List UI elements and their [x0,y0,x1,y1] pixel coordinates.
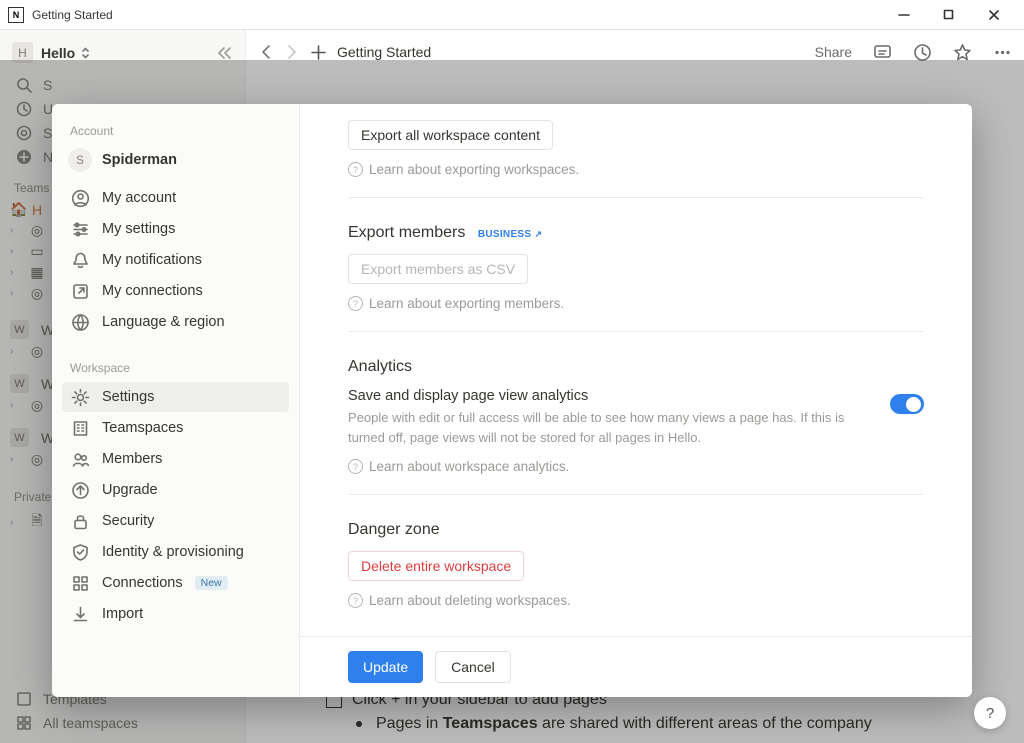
settings-panel: Export all workspace content ? Learn abo… [300,104,972,697]
learn-analytics-link[interactable]: ? Learn about workspace analytics. [348,459,924,474]
nav-my-connections[interactable]: My connections [62,276,289,306]
nav-members[interactable]: Members [62,444,289,474]
nav-import[interactable]: Import [62,599,289,629]
label: Members [102,451,162,467]
minimize-button[interactable] [881,1,926,29]
analytics-description: People with edit or full access will be … [348,408,858,447]
help-icon: ? [348,459,363,474]
learn-delete-link[interactable]: ? Learn about deleting workspaces. [348,593,924,608]
grid-icon [70,573,90,593]
nav-teamspaces[interactable]: Teamspaces [62,413,289,443]
arrow-up-icon [70,480,90,500]
breadcrumb[interactable]: Getting Started [337,44,431,60]
modal-footer: Update Cancel [300,636,972,697]
label: Teamspaces [102,420,183,436]
window-title: Getting Started [32,8,113,22]
label: Learn about exporting members. [369,296,564,311]
help-icon: ? [348,162,363,177]
label: Learn about exporting workspaces. [369,162,579,177]
nav-settings[interactable]: Settings [62,382,289,412]
updates-icon[interactable] [912,42,932,62]
nav-security[interactable]: Security [62,506,289,536]
lock-icon [70,511,90,531]
help-icon: ? [348,296,363,311]
link-out-icon [70,281,90,301]
user-identity: S Spiderman [62,144,289,182]
close-button[interactable] [971,1,1016,29]
collapse-sidebar-icon[interactable] [217,46,233,60]
learn-members-link[interactable]: ? Learn about exporting members. [348,296,924,311]
settings-modal: Account S Spiderman My account My settin… [52,104,972,697]
building-icon [70,418,90,438]
help-icon: ? [348,593,363,608]
nav-identity-provisioning[interactable]: Identity & provisioning [62,537,289,567]
business-badge[interactable]: BUSINESS ↗ [478,229,542,240]
label: Learn about workspace analytics. [369,459,569,474]
update-button[interactable]: Update [348,651,423,683]
share-button[interactable]: Share [815,44,852,60]
nav-connections[interactable]: Connections New [62,568,289,598]
settings-sidebar: Account S Spiderman My account My settin… [52,104,300,697]
nav-upgrade[interactable]: Upgrade [62,475,289,505]
label: Connections [102,575,183,591]
app-icon: N [8,7,24,23]
label: My notifications [102,252,202,268]
export-all-button[interactable]: Export all workspace content [348,120,553,150]
label: Learn about deleting workspaces. [369,593,571,608]
workspace-section-label: Workspace [62,355,289,381]
label: My settings [102,221,175,237]
user-name: Spiderman [102,152,177,168]
danger-zone-heading: Danger zone [348,521,924,539]
shield-check-icon [70,542,90,562]
nav-my-account[interactable]: My account [62,183,289,213]
comments-icon[interactable] [872,42,892,62]
globe-icon [70,312,90,332]
nav-forward-button[interactable] [284,44,300,60]
nav-my-notifications[interactable]: My notifications [62,245,289,275]
window-titlebar: N Getting Started [0,0,1024,30]
nav-my-settings[interactable]: My settings [62,214,289,244]
label: Identity & provisioning [102,544,244,560]
label: Upgrade [102,482,158,498]
new-badge: New [195,576,228,590]
user-avatar: S [68,148,92,172]
chevron-updown-icon [81,47,90,59]
account-section-label: Account [62,118,289,144]
maximize-button[interactable] [926,1,971,29]
nav-back-button[interactable] [258,44,274,60]
export-members-heading: Export members BUSINESS ↗ [348,224,924,242]
label: My account [102,190,176,206]
label: Settings [102,389,154,405]
user-circle-icon [70,188,90,208]
cancel-button[interactable]: Cancel [435,651,511,683]
sliders-icon [70,219,90,239]
label: Security [102,513,154,529]
analytics-subheading: Save and display page view analytics [348,388,858,404]
label: Import [102,606,143,622]
new-page-button[interactable] [310,44,327,61]
favorite-icon[interactable] [952,42,972,62]
workspace-name: Hello [41,45,75,61]
bell-icon [70,250,90,270]
nav-language-region[interactable]: Language & region [62,307,289,337]
help-button[interactable]: ? [974,697,1006,729]
export-members-csv-button[interactable]: Export members as CSV [348,254,528,284]
delete-workspace-button[interactable]: Delete entire workspace [348,551,524,581]
gear-icon [70,387,90,407]
more-icon[interactable] [992,42,1012,62]
analytics-heading: Analytics [348,358,924,376]
people-icon [70,449,90,469]
learn-export-link[interactable]: ? Learn about exporting workspaces. [348,162,924,177]
analytics-toggle[interactable] [890,394,924,414]
label: Language & region [102,314,225,330]
download-icon [70,604,90,624]
label: My connections [102,283,203,299]
